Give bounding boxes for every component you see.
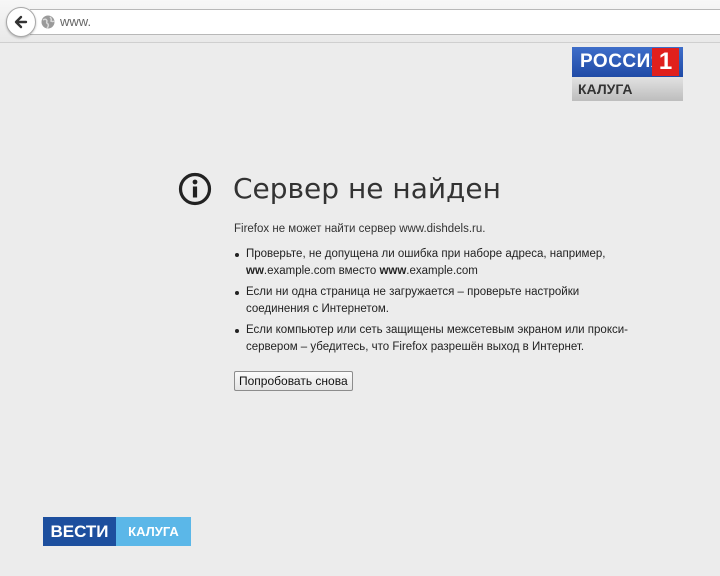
globe-icon xyxy=(41,15,55,29)
vesti-logo-left: ВЕСТИ xyxy=(43,517,116,546)
suggestion-text: .example.com вместо xyxy=(263,265,380,277)
url-text[interactable]: www. xyxy=(60,14,91,29)
list-item: Если компьютер или сеть защищены межсете… xyxy=(234,322,634,356)
error-description: Firefox не может найти сервер www.dishde… xyxy=(234,223,486,235)
russia-1-logo-top: РОССИЯ 1 xyxy=(572,47,683,77)
url-bar[interactable]: www. xyxy=(30,9,720,35)
suggestion-text: .example.com xyxy=(406,265,478,277)
browser-toolbar: www. xyxy=(0,0,720,43)
vesti-kaluga-logo: ВЕСТИ КАЛУГА xyxy=(43,517,191,546)
suggestion-text: Проверьте, не допущена ли ошибка при наб… xyxy=(246,248,606,260)
russia-1-logo: РОССИЯ 1 КАЛУГА xyxy=(572,47,683,102)
suggestion-bold-text: ww xyxy=(246,265,264,277)
russia-1-region: КАЛУГА xyxy=(578,81,633,97)
list-item: Проверьте, не допущена ли ошибка при наб… xyxy=(234,246,634,280)
suggestion-list: Проверьте, не допущена ли ошибка при наб… xyxy=(234,246,634,360)
back-button[interactable] xyxy=(6,7,36,37)
info-icon xyxy=(178,172,212,206)
russia-1-number: 1 xyxy=(652,48,679,76)
suggestion-text: Если ни одна страница не загружается – п… xyxy=(246,286,580,315)
list-item: Если ни одна страница не загружается – п… xyxy=(234,284,634,318)
russia-1-logo-bottom: КАЛУГА xyxy=(572,77,683,101)
try-again-button[interactable]: Попробовать снова xyxy=(234,371,353,391)
back-arrow-icon xyxy=(14,15,28,29)
page-title: Сервер не найден xyxy=(233,172,501,205)
suggestion-bold-text: www xyxy=(379,265,407,277)
suggestion-text: Если компьютер или сеть защищены межсете… xyxy=(246,324,628,353)
vesti-logo-right: КАЛУГА xyxy=(116,517,191,546)
